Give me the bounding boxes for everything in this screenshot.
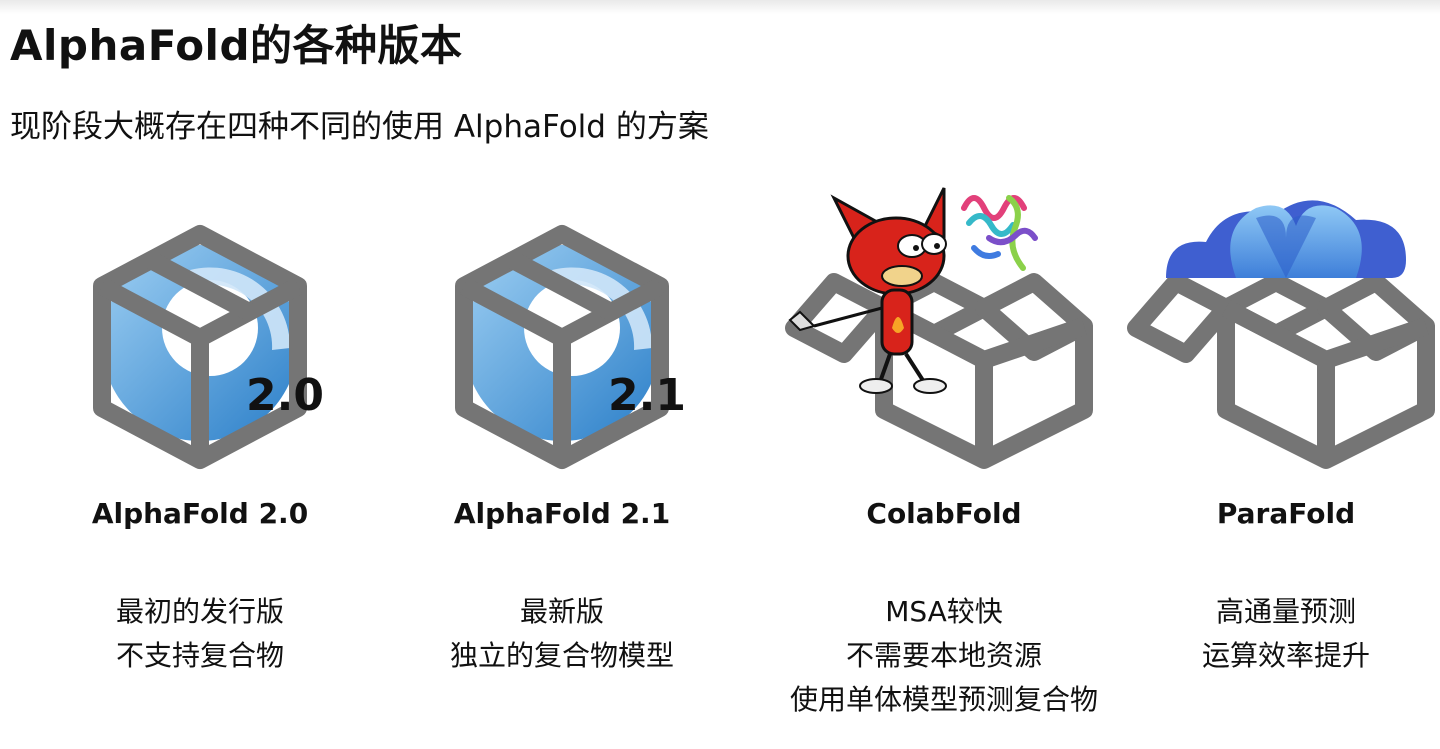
description-line: 最初的发行版 xyxy=(115,595,284,628)
description-line: 最新版 xyxy=(519,595,604,628)
description-line: 不支持复合物 xyxy=(115,639,284,672)
open-cardboard-box xyxy=(785,273,1093,469)
version-badge: 2.1 xyxy=(608,370,686,421)
card-parafold: ParaFold 高通量预测 运算效率提升 xyxy=(1086,178,1440,738)
colabfold-box-icon xyxy=(785,187,1093,469)
description-line: 高通量预测 xyxy=(1215,595,1356,628)
card-title: AlphaFold 2.0 xyxy=(91,497,309,530)
card-title: AlphaFold 2.1 xyxy=(453,497,671,530)
card-description: 最初的发行版 不支持复合物 xyxy=(0,590,400,678)
description-line: 运算效率提升 xyxy=(1201,639,1370,672)
alphafold-box-2-1-icon: 2.1 xyxy=(455,225,686,469)
page-title: AlphaFold的各种版本 xyxy=(10,21,463,70)
card-description: 最新版 独立的复合物模型 xyxy=(362,590,762,678)
card-alphafold-2-1: 2.1 AlphaFold 2.1 最新版 独立的复合物模型 xyxy=(362,178,762,738)
card-title: ColabFold xyxy=(866,497,1022,530)
page-subtitle: 现阶段大概存在四种不同的使用 AlphaFold 的方案 xyxy=(10,109,709,145)
version-badge: 2.0 xyxy=(246,370,324,421)
open-cardboard-box xyxy=(1127,273,1435,469)
protein-ribbon-icon xyxy=(961,195,1038,271)
card-description: 高通量预测 运算效率提升 xyxy=(1086,590,1440,678)
parafold-box-icon xyxy=(1127,200,1435,469)
alphafold-box-2-0-icon: 2.0 xyxy=(93,225,324,469)
description-line: 不需要本地资源 xyxy=(845,639,1042,672)
description-line: MSA较快 xyxy=(885,595,1003,628)
card-description: MSA较快 不需要本地资源 使用单体模型预测复合物 xyxy=(744,590,1144,722)
card-colabfold: ColabFold MSA较快 不需要本地资源 使用单体模型预测复合物 xyxy=(744,178,1144,738)
cloud-icon xyxy=(1166,200,1406,278)
description-line: 独立的复合物模型 xyxy=(449,639,674,672)
card-title: ParaFold xyxy=(1216,497,1356,530)
description-line: 使用单体模型预测复合物 xyxy=(789,683,1098,716)
card-alphafold-2-0: 2.0 AlphaFold 2.0 最初的发行版 不支持复合物 xyxy=(0,178,400,738)
